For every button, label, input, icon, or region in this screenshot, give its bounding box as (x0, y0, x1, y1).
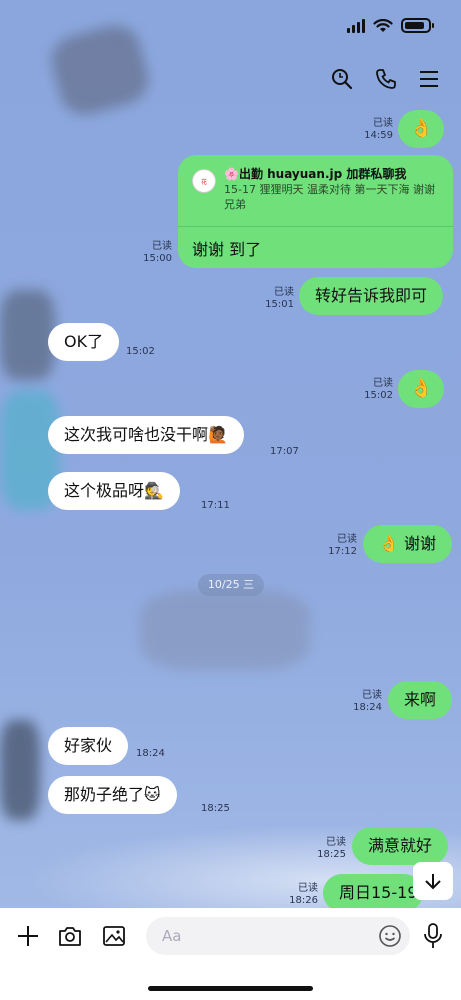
plus-icon[interactable] (16, 924, 40, 948)
read-receipt: 已读 (298, 883, 318, 894)
message-bubble[interactable]: 👌 (398, 110, 445, 148)
scroll-to-bottom-button[interactable] (413, 862, 453, 900)
battery-icon (401, 18, 434, 33)
chat-header-actions (331, 68, 439, 90)
message-bubble[interactable]: 满意就好 (352, 827, 449, 865)
read-receipt: 已读 (373, 118, 393, 129)
emoji-icon[interactable] (378, 924, 402, 948)
message-bubble[interactable]: 周日15-19 (323, 874, 423, 912)
message-time: 18:25 (201, 803, 230, 814)
background-smudge (46, 19, 154, 121)
message-bubble[interactable]: 好家伙 (48, 727, 129, 765)
read-receipt: 已读 (274, 287, 294, 298)
link-description: 15-17 狸狸明天 温柔对待 第一天下海 谢谢兄弟 (224, 183, 435, 211)
message-meta: 已读 14:59 (364, 118, 393, 142)
phone-icon[interactable] (375, 68, 397, 90)
message-bubble[interactable]: OK了 (48, 323, 120, 361)
message-time: 14:59 (364, 130, 393, 141)
message-meta: 已读 15:00 (143, 241, 172, 265)
background-smudge (140, 590, 310, 670)
message-meta: 已读 18:25 (317, 837, 346, 861)
message-meta: 已读 18:26 (289, 883, 318, 907)
camera-icon[interactable] (58, 924, 82, 948)
message-bubble[interactable]: 👌 (398, 370, 445, 408)
message-bubble[interactable]: 👌 谢谢 (363, 525, 453, 563)
site-logo-icon: 花 (192, 169, 216, 193)
message-time: 15:02 (126, 346, 155, 357)
message-bubble[interactable]: 那奶子绝了🐱 (48, 776, 177, 814)
link-card-message[interactable]: 花 🌸出勤 huayuan.jp 加群私聊我 15-17 狸狸明天 温柔对待 第… (178, 155, 453, 268)
message-time: 18:26 (289, 895, 318, 906)
message-meta: 已读 15:02 (364, 378, 393, 402)
background-smudge (0, 720, 40, 820)
read-receipt: 已读 (337, 534, 357, 545)
message-bubble[interactable]: 来啊 (388, 681, 453, 719)
message-meta: 已读 15:01 (265, 287, 294, 311)
composer-bar: Aa (0, 908, 461, 1000)
wifi-icon (373, 18, 393, 32)
message-time: 17:12 (328, 546, 357, 557)
message-meta: 已读 18:24 (353, 690, 382, 714)
message-time: 15:02 (364, 390, 393, 401)
message-text: 谢谢 到了 (192, 240, 262, 259)
message-time: 18:25 (317, 849, 346, 860)
message-meta: 已读 17:12 (328, 534, 357, 558)
message-bubble[interactable]: 转好告诉我即可 (299, 277, 444, 315)
read-receipt: 已读 (326, 837, 346, 848)
link-title: 🌸出勤 huayuan.jp 加群私聊我 (224, 167, 407, 181)
message-time: 18:24 (136, 748, 165, 759)
link-preview[interactable]: 花 🌸出勤 huayuan.jp 加群私聊我 15-17 狸狸明天 温柔对待 第… (178, 155, 453, 227)
background-smudge (0, 290, 55, 380)
image-icon[interactable] (102, 924, 126, 948)
read-receipt: 已读 (362, 690, 382, 701)
message-time: 15:01 (265, 299, 294, 310)
date-separator: 10/25 三 (198, 574, 264, 596)
message-time: 18:24 (353, 702, 382, 713)
message-bubble[interactable]: 这次我可啥也没干啊🙋🏾 (48, 416, 244, 454)
menu-icon[interactable] (419, 69, 439, 89)
search-icon[interactable] (331, 68, 353, 90)
status-bar (347, 18, 434, 33)
cellular-signal-icon (347, 18, 365, 33)
message-bubble[interactable]: 这个极品呀🕵️ (48, 472, 180, 510)
read-receipt: 已读 (373, 378, 393, 389)
read-receipt: 已读 (152, 241, 172, 252)
mic-icon[interactable] (422, 922, 444, 950)
message-time: 15:00 (143, 253, 172, 264)
message-time: 17:07 (270, 446, 299, 457)
message-time: 17:11 (201, 500, 230, 511)
arrow-down-icon (425, 874, 441, 890)
home-indicator (148, 986, 313, 991)
chat-screen: 已读 14:59 👌 已读 15:00 花 🌸出勤 huayuan.jp 加群私… (0, 0, 461, 1000)
message-input[interactable]: Aa (146, 917, 410, 955)
